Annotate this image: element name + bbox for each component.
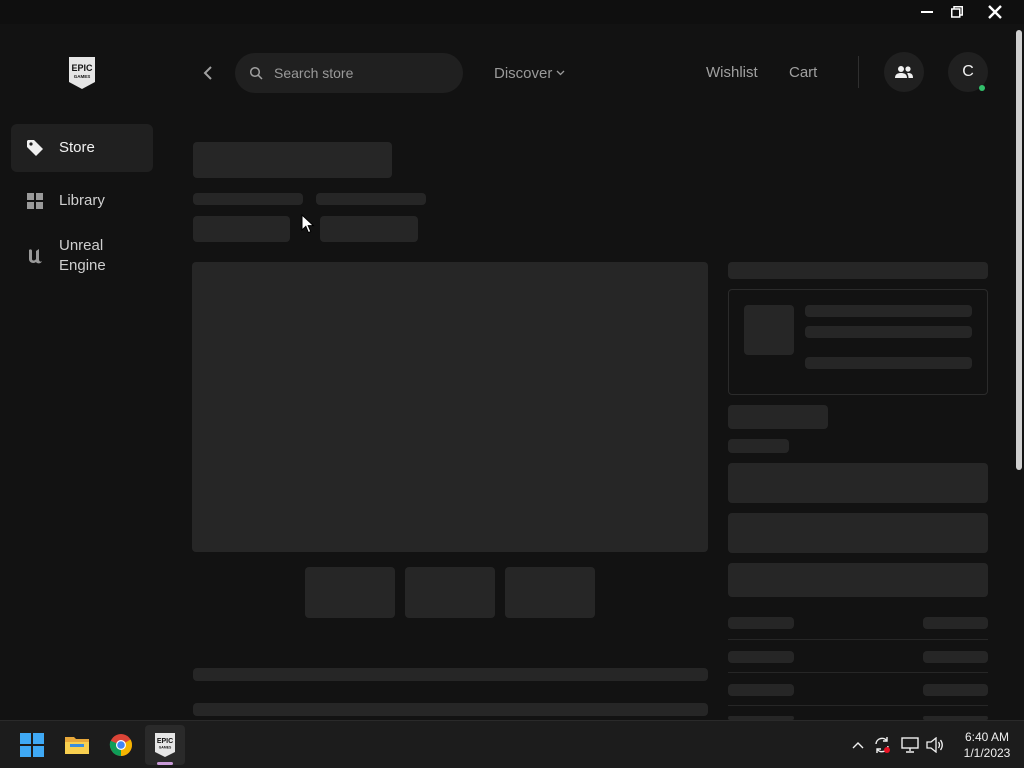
- chrome-button[interactable]: [101, 725, 141, 765]
- action-button-placeholder: [728, 513, 988, 553]
- description-placeholder: [193, 703, 708, 716]
- detail-divider: [728, 639, 988, 640]
- clock-time: 6:40 AM: [964, 730, 1010, 744]
- start-icon: [20, 733, 44, 757]
- title-bar: [0, 0, 1024, 24]
- tag-icon: [25, 138, 45, 158]
- minimize-icon: [921, 11, 933, 13]
- card-image-placeholder: [744, 305, 794, 355]
- network-button[interactable]: [900, 735, 920, 755]
- start-button[interactable]: [12, 725, 52, 765]
- unreal-icon: [25, 246, 45, 266]
- detail-label-placeholder: [728, 617, 794, 629]
- clock-date: 1/1/2023: [963, 746, 1011, 760]
- card-line-placeholder: [805, 357, 972, 369]
- online-status-indicator: [979, 85, 985, 91]
- close-icon: [988, 5, 1002, 19]
- sidebar-item-store[interactable]: Store: [11, 124, 153, 172]
- detail-label-placeholder: [728, 651, 794, 663]
- epic-games-launcher: EPIC GAMES Store Library Unreal Engine D…: [0, 24, 1024, 720]
- discover-dropdown[interactable]: Discover: [494, 63, 565, 83]
- friends-button[interactable]: [884, 52, 924, 92]
- search-icon: [249, 66, 263, 80]
- friends-icon: [895, 66, 913, 78]
- svg-text:GAMES: GAMES: [74, 74, 91, 79]
- volume-icon: [926, 737, 943, 753]
- price-small-placeholder: [728, 439, 789, 453]
- svg-text:EPIC: EPIC: [71, 63, 93, 73]
- avatar-initial: C: [962, 63, 974, 80]
- action-button-placeholder: [728, 463, 988, 503]
- volume-button[interactable]: [925, 735, 945, 755]
- svg-text:EPIC: EPIC: [157, 738, 173, 745]
- taskbar-clock[interactable]: 6:40 AM 1/1/2023: [955, 729, 1019, 761]
- tag-placeholder: [193, 216, 290, 242]
- mouse-cursor-icon: [301, 214, 315, 234]
- svg-text:GAMES: GAMES: [159, 746, 172, 750]
- network-icon: [901, 737, 919, 753]
- search-input[interactable]: [274, 53, 454, 93]
- detail-divider: [728, 705, 988, 706]
- detail-value-placeholder: [923, 651, 988, 663]
- subtitle-placeholder: [316, 193, 426, 205]
- file-explorer-button[interactable]: [57, 725, 97, 765]
- epic-games-logo[interactable]: EPIC GAMES: [67, 56, 97, 90]
- tag-placeholder: [320, 216, 418, 242]
- sidebar-item-label: Unreal Engine: [59, 237, 106, 274]
- show-hidden-icons-button[interactable]: [848, 735, 868, 755]
- thumbnail-placeholder: [405, 567, 495, 618]
- chevron-up-icon: [852, 742, 864, 749]
- close-button[interactable]: [978, 0, 1012, 24]
- sync-status-button[interactable]: [872, 735, 892, 755]
- file-explorer-icon: [65, 737, 89, 754]
- detail-value-placeholder: [923, 617, 988, 629]
- active-app-indicator: [157, 762, 173, 765]
- minimize-button[interactable]: [910, 0, 944, 24]
- wishlist-link[interactable]: Wishlist: [706, 63, 758, 83]
- sidebar-item-library[interactable]: Library: [11, 177, 153, 225]
- restore-button[interactable]: [940, 0, 974, 24]
- thumbnail-placeholder: [505, 567, 595, 618]
- epic-games-icon: EPIC GAMES: [155, 733, 175, 757]
- right-header-placeholder: [728, 262, 988, 279]
- thumbnail-placeholder: [305, 567, 395, 618]
- taskbar: EPIC GAMES 6:40 AM 1/1/2023: [0, 720, 1024, 768]
- cart-link[interactable]: Cart: [789, 63, 817, 83]
- media-placeholder: [192, 262, 708, 552]
- sidebar-item-unreal-engine[interactable]: Unreal Engine: [11, 232, 153, 280]
- discover-label: Discover: [494, 64, 553, 82]
- chrome-icon: [109, 734, 132, 756]
- scrollbar-thumb[interactable]: [1016, 30, 1022, 470]
- card-line-placeholder: [805, 326, 972, 338]
- title-placeholder: [193, 142, 392, 178]
- back-button[interactable]: [197, 61, 219, 85]
- detail-divider: [728, 672, 988, 673]
- sidebar-item-label: Store: [59, 139, 95, 156]
- detail-label-placeholder: [728, 684, 794, 696]
- restore-icon: [951, 6, 963, 18]
- detail-value-placeholder: [923, 684, 988, 696]
- sync-icon: [875, 737, 890, 753]
- description-placeholder: [193, 668, 708, 681]
- header-divider: [858, 56, 859, 88]
- chevron-left-icon: [203, 66, 212, 80]
- grid-icon: [25, 191, 45, 211]
- card-line-placeholder: [805, 305, 972, 317]
- action-button-placeholder: [728, 563, 988, 597]
- price-placeholder: [728, 405, 828, 429]
- chevron-down-icon: [556, 70, 565, 76]
- search-bar[interactable]: [235, 53, 463, 93]
- subtitle-placeholder: [193, 193, 303, 205]
- epic-games-taskbar-button[interactable]: EPIC GAMES: [145, 725, 185, 765]
- sidebar-item-label: Library: [59, 192, 105, 209]
